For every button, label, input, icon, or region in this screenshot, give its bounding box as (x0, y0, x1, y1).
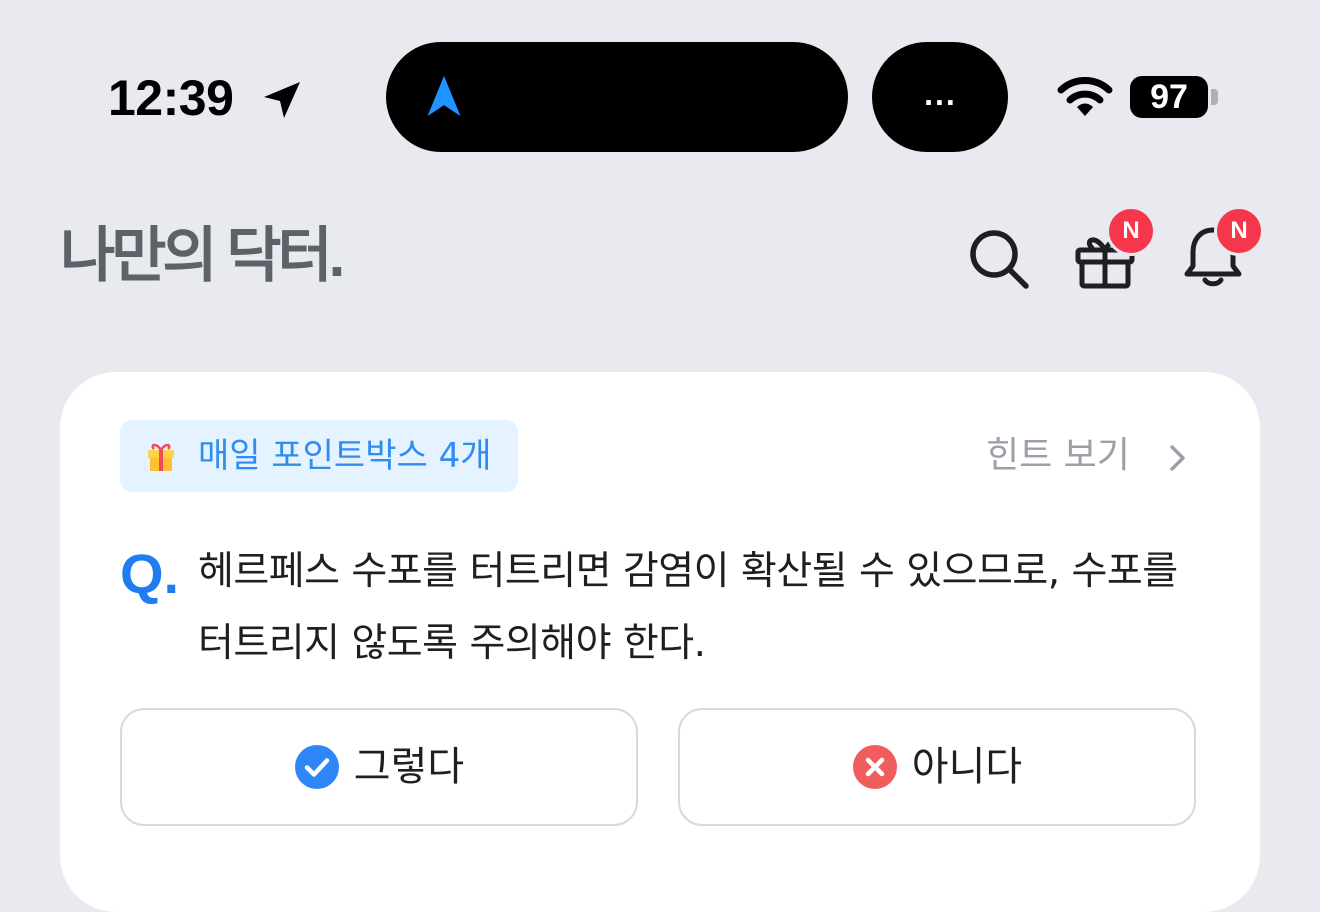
search-icon[interactable] (966, 226, 1032, 292)
answer-yes-label: 그렇다 (353, 744, 465, 790)
hint-link[interactable]: 힌트 보기 (986, 434, 1130, 478)
island-dots: ... (923, 82, 957, 112)
navigation-arrow-icon (427, 75, 461, 117)
location-arrow-icon (264, 82, 300, 118)
question-marker: Q. (120, 542, 180, 605)
check-circle-icon (294, 745, 339, 789)
gift-box-icon (148, 443, 174, 471)
answer-no-label: 아니다 (911, 744, 1023, 790)
status-time: 12:39 (108, 70, 234, 126)
wifi-icon (1057, 77, 1113, 116)
gift-new-badge: N (1106, 206, 1156, 256)
chevron-right-icon[interactable] (1166, 442, 1190, 474)
battery-tip (1211, 89, 1218, 105)
answer-no-button[interactable]: 아니다 (678, 708, 1196, 826)
answer-yes-button[interactable]: 그렇다 (120, 708, 638, 826)
reward-label: 매일 포인트박스 4개 (198, 436, 492, 476)
bell-new-badge: N (1214, 206, 1264, 256)
battery-indicator: 97 (1130, 76, 1208, 118)
app-logo[interactable]: 나만의 닥터. (60, 218, 345, 294)
x-circle-icon (852, 745, 897, 789)
question-text: 헤르페스 수포를 터트리면 감염이 확산될 수 있으므로, 수포를 터트리지 않… (198, 549, 1178, 666)
